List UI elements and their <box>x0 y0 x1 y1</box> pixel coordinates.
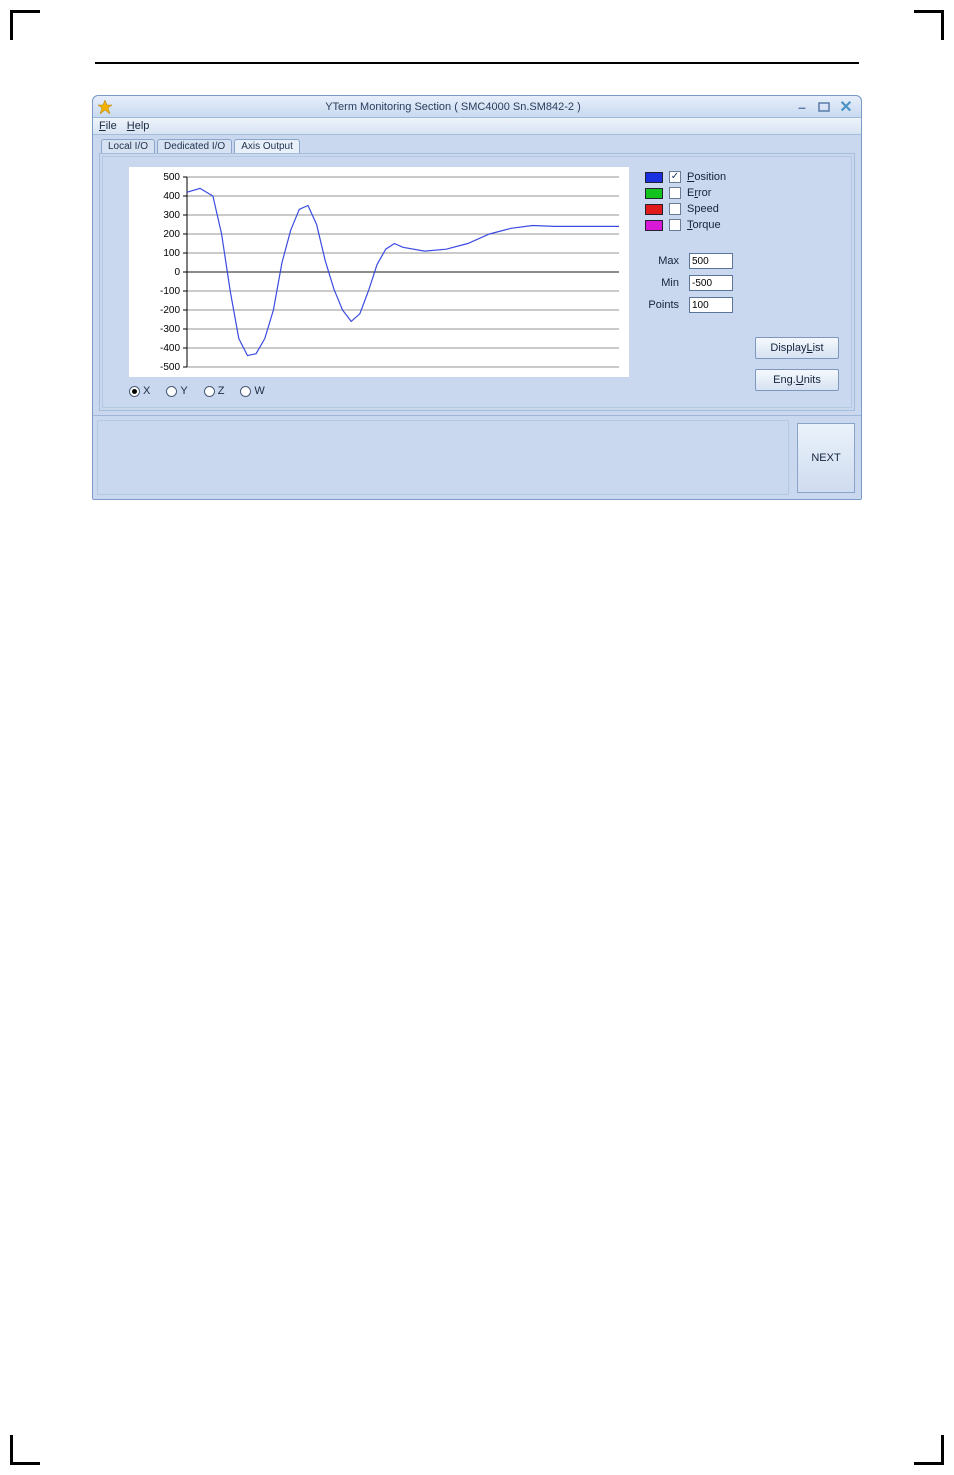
max-input[interactable] <box>689 253 733 269</box>
axis-radio-y[interactable]: Y <box>166 385 187 397</box>
points-input[interactable] <box>689 297 733 313</box>
axis-radio-x[interactable]: X <box>129 385 150 397</box>
swatch-icon <box>645 220 663 231</box>
svg-text:0: 0 <box>174 267 180 278</box>
axis-radio-z[interactable]: Z <box>204 385 225 397</box>
checkbox-error[interactable] <box>669 187 681 199</box>
legend-label: Speed <box>687 203 719 215</box>
svg-text:400: 400 <box>163 191 180 202</box>
close-button[interactable]: ✕ <box>837 99 855 115</box>
menu-bar: File Help <box>93 118 861 135</box>
window-title: YTerm Monitoring Section ( SMC4000 Sn.SM… <box>113 101 793 113</box>
svg-text:-500: -500 <box>160 362 180 373</box>
svg-text:500: 500 <box>163 172 180 183</box>
minimize-button[interactable]: – <box>793 99 811 115</box>
legend-label: Error <box>687 187 711 199</box>
tab-strip: Local I/O Dedicated I/O Axis Output <box>99 139 855 153</box>
max-label: Max <box>645 255 679 267</box>
min-label: Min <box>645 277 679 289</box>
legend-position[interactable]: Position <box>645 171 843 183</box>
points-label: Points <box>645 299 679 311</box>
svg-text:-100: -100 <box>160 286 180 297</box>
radio-icon <box>204 386 215 397</box>
title-bar: YTerm Monitoring Section ( SMC4000 Sn.SM… <box>93 96 861 118</box>
tab-local-io[interactable]: Local I/O <box>101 139 155 153</box>
side-panel: Position Error Speed <box>645 167 843 397</box>
tab-panel: 500 400 300 200 100 0 -100 -200 -300 -400 -500 X Y… <box>99 153 855 411</box>
svg-text:-300: -300 <box>160 324 180 335</box>
field-min: Min <box>645 275 843 291</box>
svg-text:-200: -200 <box>160 305 180 316</box>
swatch-icon <box>645 188 663 199</box>
tab-dedicated-io[interactable]: Dedicated I/O <box>157 139 232 153</box>
svg-text:200: 200 <box>163 229 180 240</box>
legend-speed[interactable]: Speed <box>645 203 843 215</box>
svg-text:300: 300 <box>163 210 180 221</box>
axis-radio-group: X Y Z W <box>129 385 631 397</box>
swatch-icon <box>645 172 663 183</box>
tab-axis-output[interactable]: Axis Output <box>234 139 300 153</box>
min-input[interactable] <box>689 275 733 291</box>
bottom-bar: NEXT <box>93 415 861 499</box>
legend-error[interactable]: Error <box>645 187 843 199</box>
eng-units-button[interactable]: Eng. Units <box>755 369 839 391</box>
radio-icon <box>166 386 177 397</box>
checkbox-speed[interactable] <box>669 203 681 215</box>
checkbox-position[interactable] <box>669 171 681 183</box>
app-icon <box>97 99 113 115</box>
axis-radio-w[interactable]: W <box>240 385 264 397</box>
radio-icon <box>129 386 140 397</box>
menu-help[interactable]: Help <box>127 120 150 132</box>
legend-label: Torque <box>687 219 721 231</box>
menu-file[interactable]: File <box>99 120 117 132</box>
svg-text:100: 100 <box>163 248 180 259</box>
app-window: YTerm Monitoring Section ( SMC4000 Sn.SM… <box>92 95 862 500</box>
display-list-button[interactable]: Display List <box>755 337 839 359</box>
swatch-icon <box>645 204 663 215</box>
field-points: Points <box>645 297 843 313</box>
legend-torque[interactable]: Torque <box>645 219 843 231</box>
field-max: Max <box>645 253 843 269</box>
legend-label: Position <box>687 171 726 183</box>
next-button[interactable]: NEXT <box>797 423 855 493</box>
checkbox-torque[interactable] <box>669 219 681 231</box>
maximize-button[interactable] <box>815 99 833 115</box>
svg-text:-400: -400 <box>160 343 180 354</box>
chart-area: 500 400 300 200 100 0 -100 -200 -300 -400 -500 <box>129 167 629 377</box>
radio-icon <box>240 386 251 397</box>
